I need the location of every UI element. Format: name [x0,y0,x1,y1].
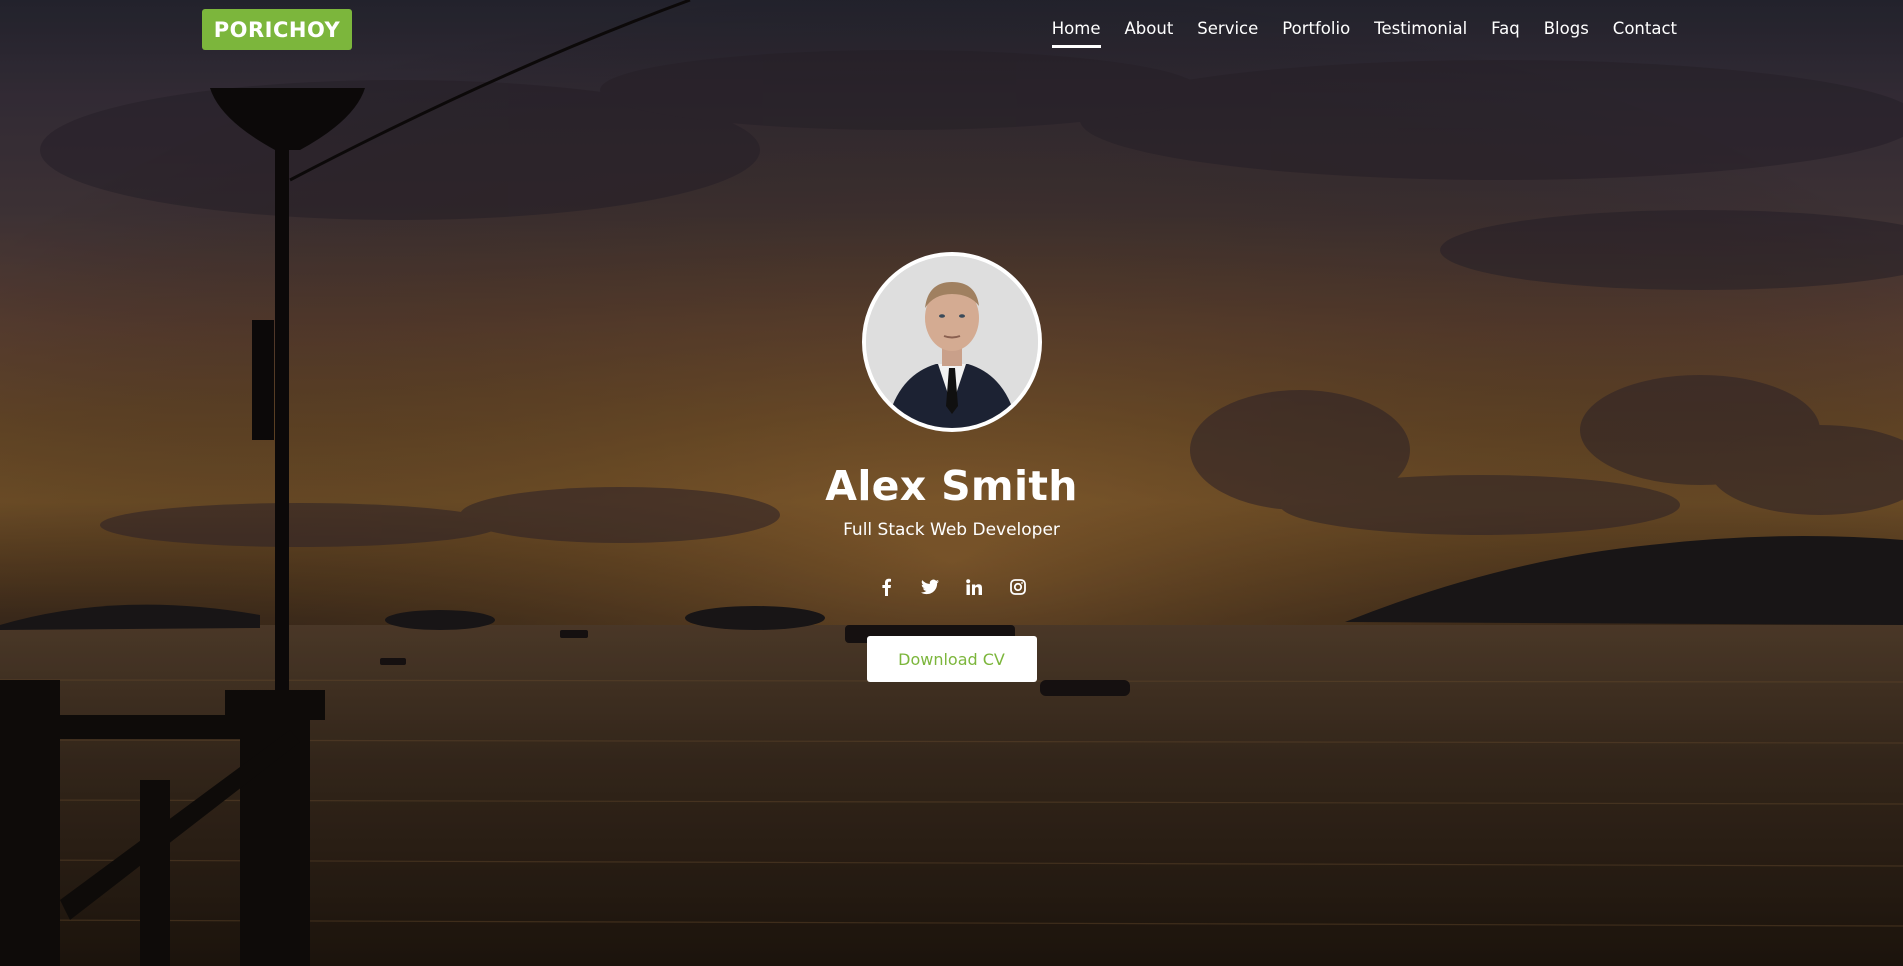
person-portrait-icon [865,256,1038,428]
nav-home[interactable]: Home [1040,18,1113,48]
profile-name: Alex Smith [825,462,1078,510]
twitter-icon[interactable] [920,578,939,596]
nav-about[interactable]: About [1113,18,1186,40]
avatar [861,252,1042,432]
profile-block: Alex Smith Full Stack Web Developer Down… [0,252,1903,682]
nav-faq[interactable]: Faq [1479,18,1532,40]
nav-testimonial[interactable]: Testimonial [1362,18,1479,40]
nav-service[interactable]: Service [1185,18,1270,40]
main-nav: Home About Service Portfolio Testimonial… [1040,18,1689,48]
facebook-icon[interactable] [877,578,895,596]
profile-role: Full Stack Web Developer [843,520,1060,540]
site-logo[interactable]: PORICHOY [202,9,352,50]
nav-contact[interactable]: Contact [1601,18,1689,40]
linkedin-icon[interactable] [965,578,983,596]
instagram-icon[interactable] [1009,578,1027,596]
nav-portfolio[interactable]: Portfolio [1270,18,1362,40]
download-cv-button[interactable]: Download CV [866,636,1037,682]
hero-section: PORICHOY Home About Service Portfolio Te… [0,0,1903,966]
nav-blogs[interactable]: Blogs [1532,18,1601,40]
social-links [877,578,1027,596]
